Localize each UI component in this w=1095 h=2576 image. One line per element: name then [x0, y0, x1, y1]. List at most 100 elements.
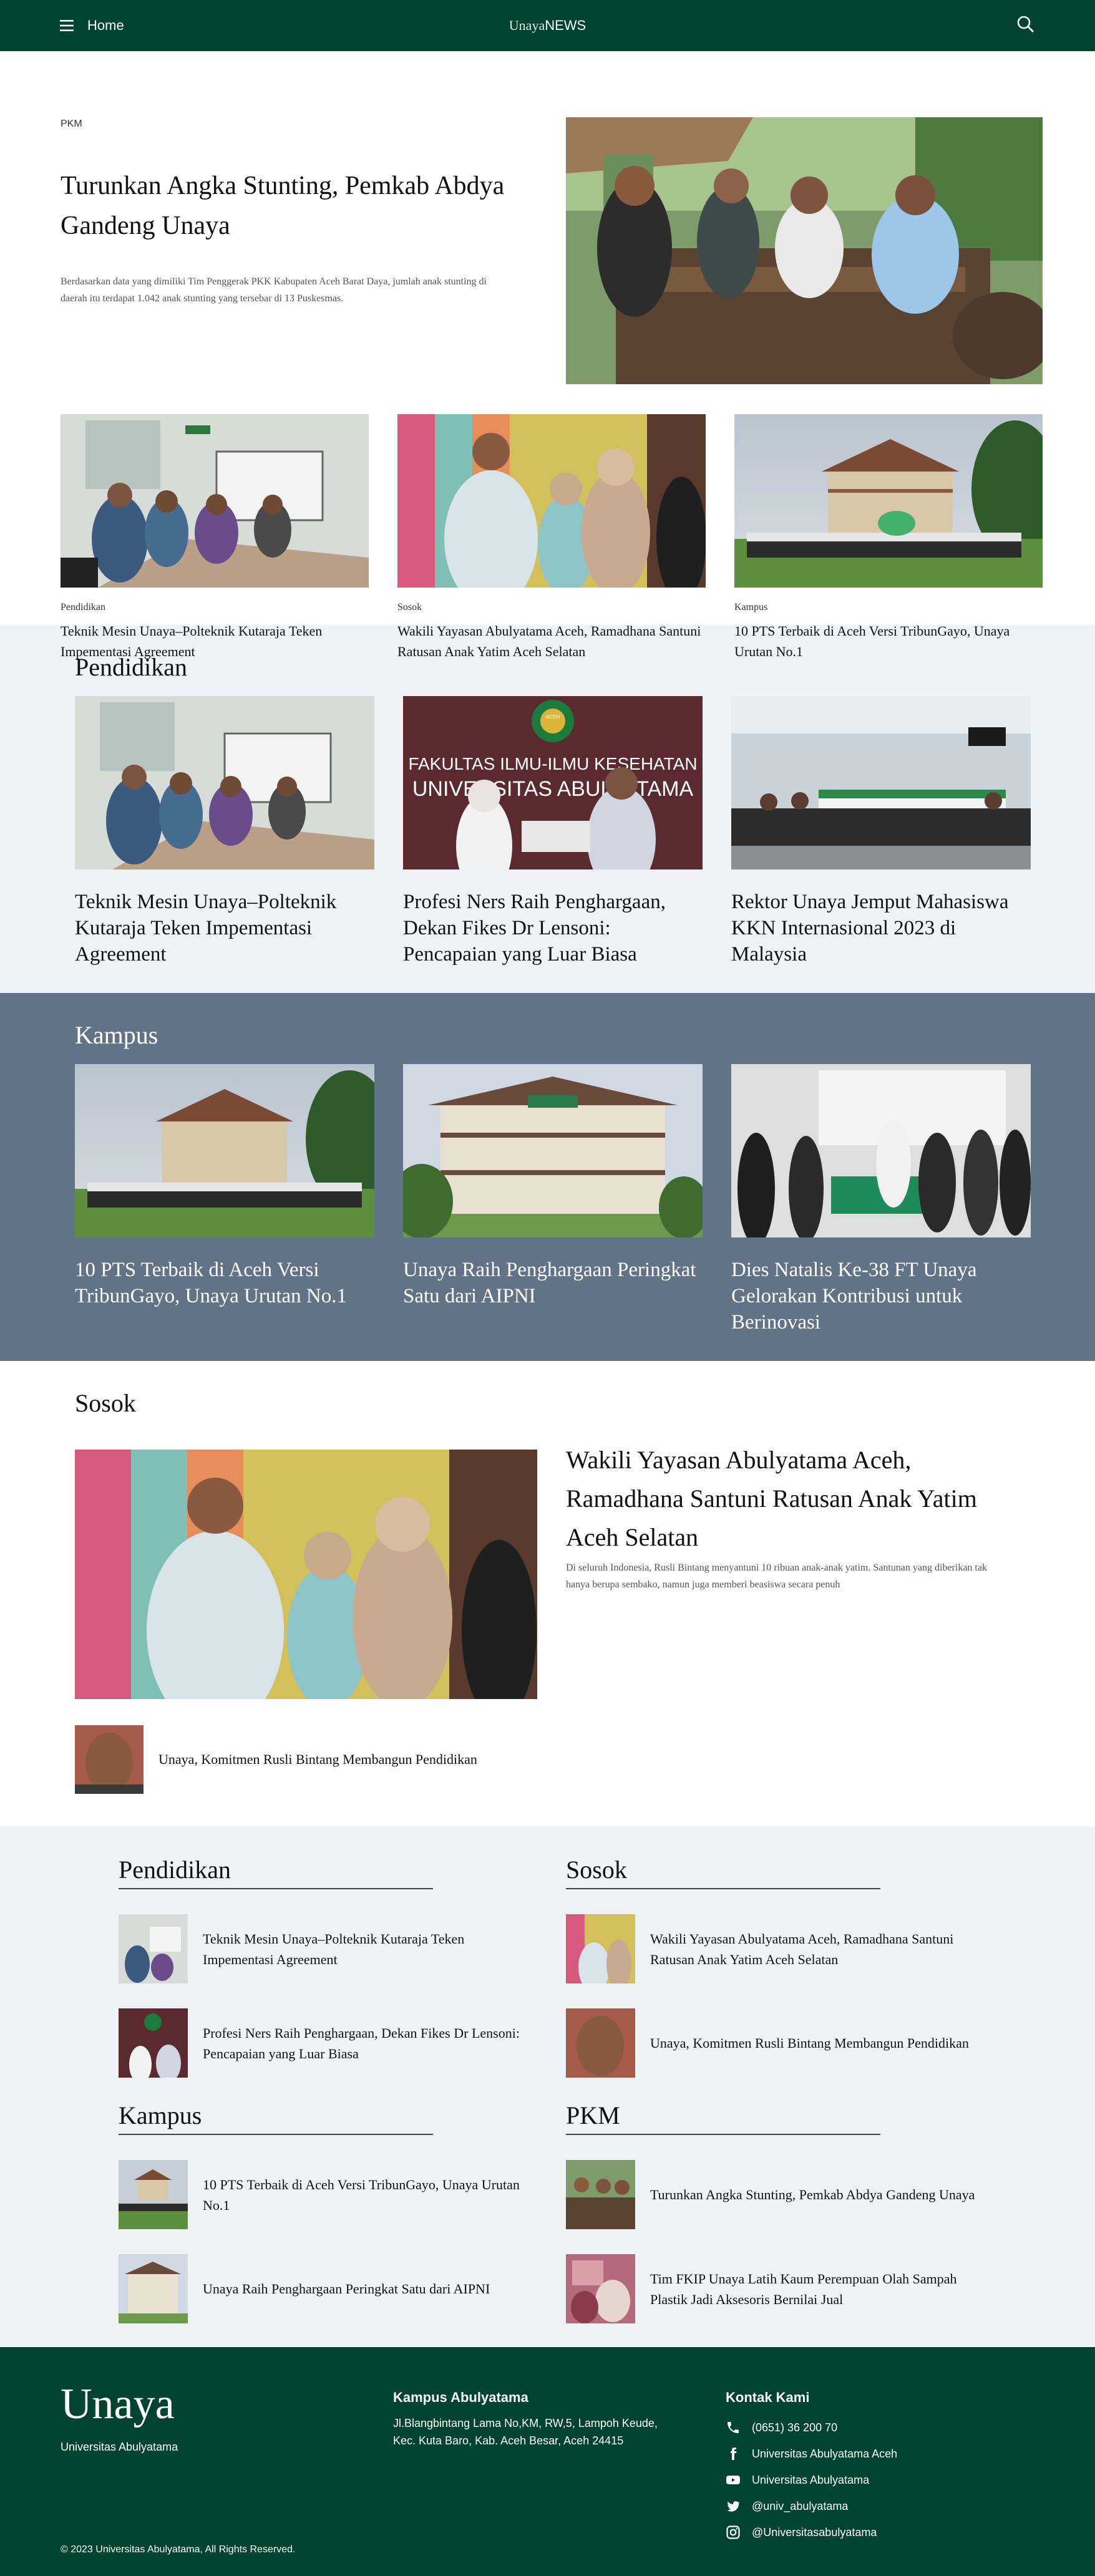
- list-item-title[interactable]: Profesi Ners Raih Penghargaan, Dekan Fik…: [203, 2023, 533, 2064]
- list-item[interactable]: Profesi Ners Raih Penghargaan, Dekan Fik…: [119, 2008, 555, 2078]
- list-heading: PKM: [566, 2101, 880, 2135]
- list-item[interactable]: Tim FKIP Unaya Latih Kaum Perempuan Olah…: [566, 2254, 1003, 2323]
- card-title[interactable]: Teknik Mesin Unaya–Polteknik Kutaraja Te…: [75, 889, 374, 967]
- list-item[interactable]: Turunkan Angka Stunting, Pemkab Abdya Ga…: [566, 2160, 1003, 2229]
- hero-text: PKM Turunkan Angka Stunting, Pemkab Abdy…: [61, 119, 510, 307]
- contact-phone[interactable]: (0651) 36 200 70: [726, 2414, 994, 2441]
- hero-card-pendidikan[interactable]: Pendidikan Teknik Mesin Unaya–Polteknik …: [61, 414, 369, 662]
- contact-facebook-text[interactable]: Universitas Abulyatama Aceh: [752, 2448, 897, 2461]
- hero-category[interactable]: PKM: [61, 119, 510, 130]
- list-item-title[interactable]: 10 PTS Terbaik di Aceh Versi TribunGayo,…: [203, 2174, 533, 2215]
- list-pendidikan: Pendidikan Teknik Mesin Unaya–Polteknik …: [119, 1855, 555, 2078]
- list-item[interactable]: Teknik Mesin Unaya–Polteknik Kutaraja Te…: [119, 1914, 555, 1983]
- contact-twitter-text[interactable]: @univ_abulyatama: [752, 2500, 848, 2513]
- hero-image[interactable]: [566, 117, 1043, 384]
- kampus-card-3[interactable]: Dies Natalis Ke-38 FT Unaya Gelorakan Ko…: [731, 1064, 1031, 1335]
- small-item-title[interactable]: Unaya, Komitmen Rusli Bintang Membangun …: [158, 1751, 477, 1768]
- card-image[interactable]: [391, 1064, 709, 1239]
- list-heading: Kampus: [119, 2101, 433, 2135]
- sosok-feature-image[interactable]: [75, 1450, 537, 1699]
- hero-card-sosok[interactable]: Sosok Wakili Yayasan Abulyatama Aceh, Ra…: [397, 414, 706, 662]
- list-item-image[interactable]: [566, 1914, 635, 1983]
- pendidikan-card-3[interactable]: Rektor Unaya Jemput Mahasiswa KKN Intern…: [731, 696, 1031, 967]
- card-image[interactable]: [731, 1064, 1031, 1245]
- pendidikan-section: Pendidikan Teknik Mesin Unaya–Polteknik …: [0, 625, 1095, 993]
- card-title[interactable]: Unaya Raih Penghargaan Peringkat Satu da…: [403, 1257, 703, 1309]
- list-item-image[interactable]: [119, 2160, 188, 2229]
- home-link[interactable]: Home: [87, 17, 124, 34]
- card-title[interactable]: Dies Natalis Ke-38 FT Unaya Gelorakan Ko…: [731, 1257, 1031, 1335]
- list-item-image[interactable]: [566, 2254, 635, 2323]
- card-title[interactable]: Profesi Ners Raih Penghargaan, Dekan Fik…: [403, 889, 703, 967]
- list-item-title[interactable]: Unaya Raih Penghargaan Peringkat Satu da…: [203, 2278, 533, 2299]
- pendidikan-card-2[interactable]: ACEH FAKULTAS ILMU-ILMU KESEHATAN UNIVER…: [403, 696, 703, 967]
- card-title[interactable]: 10 PTS Terbaik di Aceh Versi TribunGayo,…: [75, 1257, 374, 1309]
- list-item[interactable]: 10 PTS Terbaik di Aceh Versi TribunGayo,…: [119, 2160, 555, 2229]
- contact-instagram[interactable]: @Universitasabulyatama: [726, 2519, 994, 2545]
- list-item-title[interactable]: Wakili Yayasan Abulyatama Aceh, Ramadhan…: [650, 1929, 981, 1970]
- sosok-section: Sosok Wakili Yayasan Abulyatama Aceh, Ra…: [0, 1361, 1095, 1826]
- list-item-title[interactable]: Teknik Mesin Unaya–Polteknik Kutaraja Te…: [203, 1929, 533, 1970]
- list-item[interactable]: Unaya Raih Penghargaan Peringkat Satu da…: [119, 2254, 555, 2323]
- card-image[interactable]: [61, 414, 369, 588]
- card-title[interactable]: Wakili Yayasan Abulyatama Aceh, Ramadhan…: [397, 621, 706, 662]
- hero-title[interactable]: Turunkan Angka Stunting, Pemkab Abdya Ga…: [61, 166, 510, 246]
- contact-twitter[interactable]: @univ_abulyatama: [726, 2493, 994, 2519]
- card-image[interactable]: [75, 1064, 393, 1237]
- contact-youtube-text[interactable]: Universitas Abulyatama: [752, 2474, 869, 2487]
- list-item[interactable]: Unaya, Komitmen Rusli Bintang Membangun …: [566, 2008, 1003, 2078]
- list-item-image[interactable]: [566, 2160, 635, 2229]
- brand-bold[interactable]: NEWS: [545, 17, 586, 33]
- card-category[interactable]: Pendidikan: [61, 602, 369, 613]
- site-brand[interactable]: UnayaNEWS: [509, 17, 586, 34]
- footer-address: Jl.Blangbintang Lama No,KM, RW,5, Lampoh…: [393, 2417, 658, 2447]
- card-category[interactable]: Kampus: [734, 602, 1043, 613]
- top-navbar: Home UnayaNEWS: [0, 0, 1095, 51]
- card-image[interactable]: [75, 696, 374, 869]
- card-image[interactable]: [734, 414, 1059, 588]
- footer-subtitle: Universitas Abulyatama: [61, 2441, 178, 2453]
- hero-card-kampus[interactable]: Kampus 10 PTS Terbaik di Aceh Versi Trib…: [734, 414, 1059, 662]
- hero-cards: Pendidikan Teknik Mesin Unaya–Polteknik …: [61, 414, 1059, 662]
- kampus-card-2[interactable]: Unaya Raih Penghargaan Peringkat Satu da…: [391, 1064, 709, 1335]
- card-image[interactable]: ACEH FAKULTAS ILMU-ILMU KESEHATAN UNIVER…: [403, 696, 703, 896]
- sosok-feature-title[interactable]: Wakili Yayasan Abulyatama Aceh, Ramadhan…: [566, 1441, 990, 1557]
- list-item-title[interactable]: Tim FKIP Unaya Latih Kaum Perempuan Olah…: [650, 2269, 981, 2310]
- list-item-image[interactable]: [566, 2008, 635, 2078]
- contact-youtube[interactable]: Universitas Abulyatama: [726, 2467, 994, 2493]
- pendidikan-card-1[interactable]: Teknik Mesin Unaya–Polteknik Kutaraja Te…: [75, 696, 374, 967]
- small-item-image[interactable]: [75, 1725, 144, 1794]
- footer-campus: Kampus Abulyatama Jl.Blangbintang Lama N…: [393, 2390, 661, 2449]
- twitter-icon: [727, 2501, 740, 2512]
- home-menu[interactable]: Home: [60, 17, 124, 34]
- list-pkm: PKM Turunkan Angka Stunting, Pemkab Abdy…: [566, 2101, 1003, 2323]
- contact-facebook[interactable]: Universitas Abulyatama Aceh: [726, 2441, 994, 2467]
- footer-logo[interactable]: Unaya: [61, 2380, 175, 2429]
- search-icon[interactable]: [1016, 15, 1035, 34]
- list-sosok: Sosok Wakili Yayasan Abulyatama Aceh, Ra…: [566, 1855, 1003, 2078]
- card-image[interactable]: [731, 696, 1031, 869]
- list-item-image[interactable]: [119, 2254, 188, 2323]
- list-heading: Pendidikan: [119, 1855, 433, 1889]
- youtube-icon: [726, 2476, 740, 2484]
- card-title[interactable]: Teknik Mesin Unaya–Polteknik Kutaraja Te…: [61, 621, 369, 662]
- list-item-title[interactable]: Turunkan Angka Stunting, Pemkab Abdya Ga…: [650, 2184, 981, 2205]
- contact-phone-text[interactable]: (0651) 36 200 70: [752, 2421, 837, 2434]
- card-title[interactable]: 10 PTS Terbaik di Aceh Versi TribunGayo,…: [734, 621, 1043, 662]
- kampus-card-1[interactable]: 10 PTS Terbaik di Aceh Versi TribunGayo,…: [75, 1064, 393, 1335]
- card-image[interactable]: [397, 414, 706, 608]
- card-title[interactable]: Rektor Unaya Jemput Mahasiswa KKN Intern…: [731, 889, 1031, 967]
- footer-campus-heading: Kampus Abulyatama: [393, 2390, 528, 2405]
- section-heading: Sosok: [75, 1389, 136, 1417]
- contact-instagram-text[interactable]: @Universitasabulyatama: [752, 2526, 877, 2539]
- list-item-image[interactable]: [119, 2008, 188, 2078]
- list-item[interactable]: Wakili Yayasan Abulyatama Aceh, Ramadhan…: [566, 1914, 1003, 1983]
- hamburger-icon[interactable]: [60, 20, 74, 31]
- footer-contact: Kontak Kami (0651) 36 200 70 Universitas…: [726, 2390, 994, 2545]
- list-item-title[interactable]: Unaya, Komitmen Rusli Bintang Membangun …: [650, 2033, 981, 2053]
- sosok-small-item[interactable]: Unaya, Komitmen Rusli Bintang Membangun …: [75, 1725, 477, 1794]
- card-category[interactable]: Sosok: [397, 602, 706, 613]
- brand-light[interactable]: Unaya: [509, 17, 545, 33]
- search-button[interactable]: [1016, 15, 1035, 37]
- list-item-image[interactable]: [119, 1914, 188, 1983]
